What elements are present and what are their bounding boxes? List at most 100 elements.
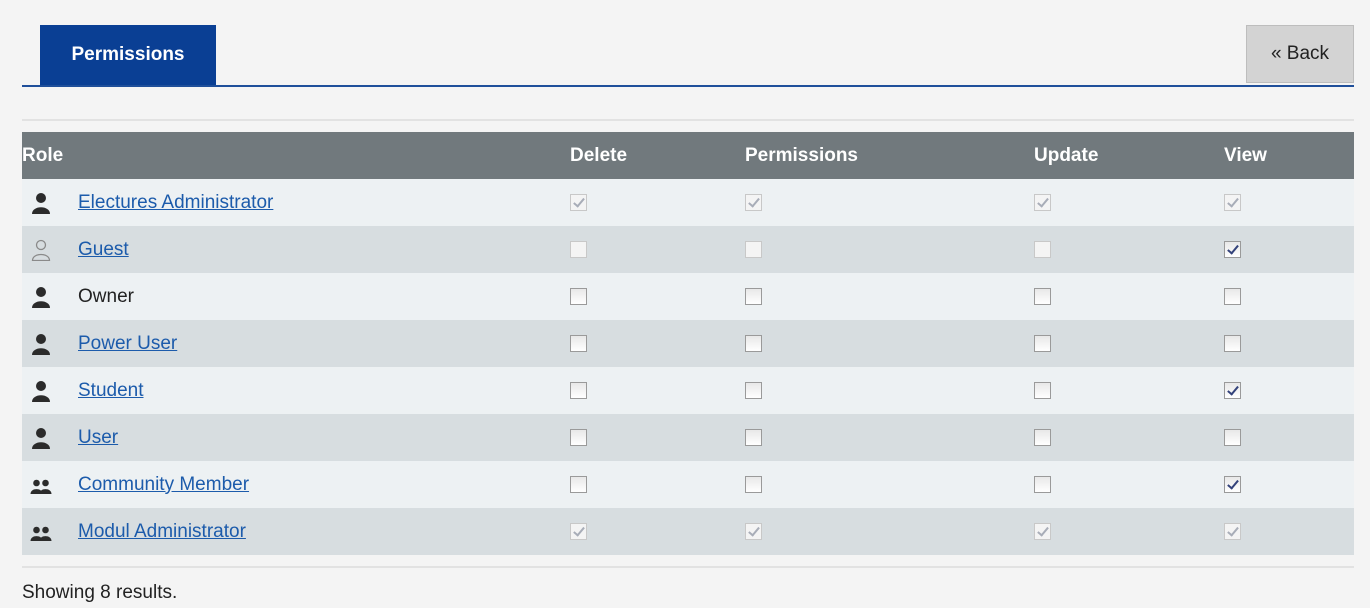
- view-checkbox[interactable]: [1224, 240, 1241, 258]
- delete-checkbox: [570, 522, 587, 540]
- role-cell: Power User: [22, 320, 570, 367]
- results-count: Showing 8 results.: [22, 582, 178, 603]
- permissions-checkbox: [745, 193, 762, 211]
- permission-cell-delete: [570, 414, 745, 461]
- update-checkbox[interactable]: [1034, 381, 1051, 399]
- user-dark-icon: [30, 333, 52, 355]
- view-checkbox[interactable]: [1224, 381, 1241, 399]
- permission-cell-permissions: [745, 179, 1034, 226]
- tab-permissions[interactable]: Permissions: [40, 25, 216, 85]
- permission-cell-view: [1224, 179, 1354, 226]
- role-link[interactable]: Power User: [78, 333, 177, 355]
- role-link[interactable]: User: [78, 427, 118, 449]
- permission-cell-update: [1034, 179, 1224, 226]
- permission-cell-update: [1034, 508, 1224, 555]
- table-row: Power User: [22, 320, 1354, 367]
- user-dark-icon: [30, 427, 52, 449]
- role-cell: Guest: [22, 226, 570, 273]
- permissions-checkbox: [745, 522, 762, 540]
- permission-cell-update: [1034, 320, 1224, 367]
- update-checkbox[interactable]: [1034, 475, 1051, 493]
- permission-cell-view: [1224, 414, 1354, 461]
- permission-cell-update: [1034, 226, 1224, 273]
- permission-cell-delete: [570, 461, 745, 508]
- permissions-checkbox[interactable]: [745, 381, 762, 399]
- user-group-icon: [30, 474, 52, 496]
- permission-cell-delete: [570, 508, 745, 555]
- permission-cell-delete: [570, 273, 745, 320]
- permission-cell-view: [1224, 367, 1354, 414]
- user-group-icon: [30, 521, 52, 543]
- role-cell: Community Member: [22, 461, 570, 508]
- update-checkbox[interactable]: [1034, 428, 1051, 446]
- role-cell: User: [22, 414, 570, 461]
- role-cell: Student: [22, 367, 570, 414]
- update-checkbox[interactable]: [1034, 334, 1051, 352]
- update-checkbox: [1034, 193, 1051, 211]
- role-label: Owner: [78, 285, 134, 307]
- delete-checkbox: [570, 193, 587, 211]
- permission-cell-permissions: [745, 508, 1034, 555]
- permission-cell-permissions: [745, 414, 1034, 461]
- update-checkbox: [1034, 240, 1051, 258]
- table-row: User: [22, 414, 1354, 461]
- permission-cell-permissions: [745, 367, 1034, 414]
- update-checkbox[interactable]: [1034, 287, 1051, 305]
- role-link[interactable]: Student: [78, 380, 144, 402]
- column-header-role: Role: [22, 132, 570, 179]
- permission-cell-permissions: [745, 461, 1034, 508]
- role-cell: Electures Administrator: [22, 179, 570, 226]
- table-row: Electures Administrator: [22, 179, 1354, 226]
- table-row: Community Member: [22, 461, 1354, 508]
- user-dark-icon: [30, 286, 52, 308]
- view-checkbox[interactable]: [1224, 428, 1241, 446]
- permission-cell-update: [1034, 414, 1224, 461]
- column-header-permissions: Permissions: [745, 132, 1034, 179]
- permissions-checkbox: [745, 240, 762, 258]
- column-header-delete: Delete: [570, 132, 745, 179]
- permissions-checkbox[interactable]: [745, 428, 762, 446]
- delete-checkbox[interactable]: [570, 334, 587, 352]
- permission-cell-permissions: [745, 226, 1034, 273]
- tab-bar: Permissions « Back: [22, 25, 1354, 87]
- permission-cell-delete: [570, 320, 745, 367]
- delete-checkbox[interactable]: [570, 381, 587, 399]
- permission-cell-view: [1224, 461, 1354, 508]
- permission-cell-delete: [570, 226, 745, 273]
- back-button[interactable]: « Back: [1246, 25, 1354, 83]
- divider-bottom: [22, 566, 1354, 568]
- permission-cell-view: [1224, 508, 1354, 555]
- role-link[interactable]: Modul Administrator: [78, 521, 246, 543]
- table-row: Student: [22, 367, 1354, 414]
- permission-cell-delete: [570, 179, 745, 226]
- permission-cell-permissions: [745, 320, 1034, 367]
- delete-checkbox[interactable]: [570, 428, 587, 446]
- permission-cell-update: [1034, 461, 1224, 508]
- table-header-row: Role Delete Permissions Update View: [22, 132, 1354, 179]
- view-checkbox[interactable]: [1224, 287, 1241, 305]
- role-link[interactable]: Community Member: [78, 474, 249, 496]
- permission-cell-view: [1224, 320, 1354, 367]
- column-header-update: Update: [1034, 132, 1224, 179]
- permissions-table: Role Delete Permissions Update View Elec…: [22, 132, 1354, 555]
- divider-top: [22, 119, 1354, 121]
- view-checkbox[interactable]: [1224, 475, 1241, 493]
- permissions-checkbox[interactable]: [745, 475, 762, 493]
- role-link[interactable]: Electures Administrator: [78, 192, 273, 214]
- permissions-checkbox[interactable]: [745, 334, 762, 352]
- update-checkbox: [1034, 522, 1051, 540]
- table-row: Modul Administrator: [22, 508, 1354, 555]
- user-dark-icon: [30, 192, 52, 214]
- role-cell: Modul Administrator: [22, 508, 570, 555]
- column-header-view: View: [1224, 132, 1354, 179]
- permissions-checkbox[interactable]: [745, 287, 762, 305]
- delete-checkbox: [570, 240, 587, 258]
- user-dark-icon: [30, 380, 52, 402]
- view-checkbox: [1224, 522, 1241, 540]
- delete-checkbox[interactable]: [570, 287, 587, 305]
- view-checkbox[interactable]: [1224, 334, 1241, 352]
- delete-checkbox[interactable]: [570, 475, 587, 493]
- role-link[interactable]: Guest: [78, 239, 129, 261]
- permission-cell-delete: [570, 367, 745, 414]
- permission-cell-view: [1224, 273, 1354, 320]
